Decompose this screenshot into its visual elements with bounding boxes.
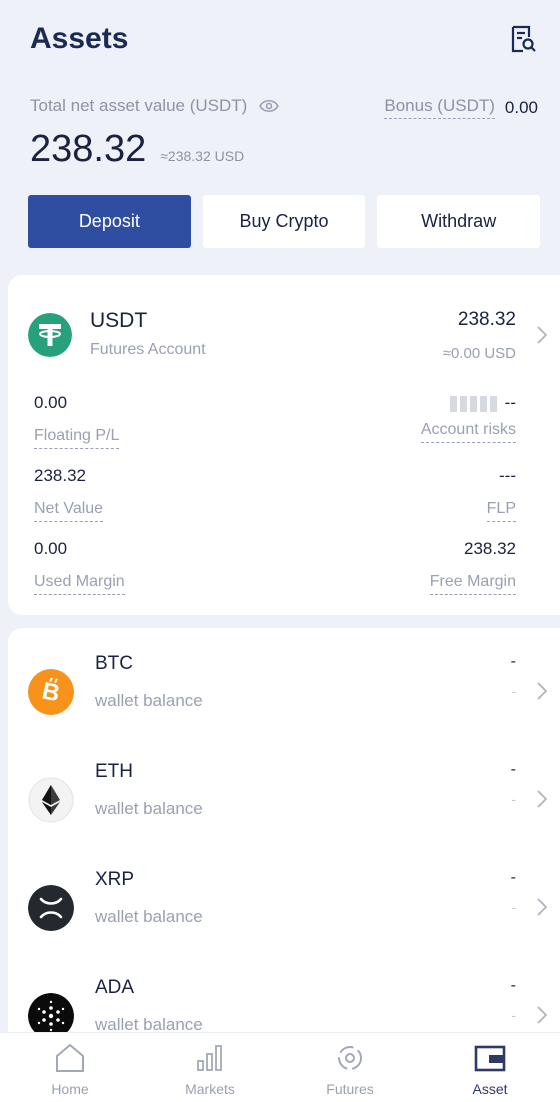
eth-icon: [28, 777, 74, 823]
flp-value: ---: [499, 466, 516, 485]
btc-icon: B: [28, 669, 74, 715]
wallet-balance-label: wallet balance: [95, 799, 203, 818]
wallet-balance-value: -: [510, 761, 516, 778]
net-value-metric: 238.32 Net Value: [34, 466, 104, 522]
wallet-balance-sub: -: [511, 683, 516, 699]
total-usd-value: ≈238.32 USD: [160, 148, 245, 164]
bonus-value: 0.00: [504, 97, 538, 117]
wallet-coin-name: ETH: [95, 761, 133, 782]
used-margin-metric: 0.00 Used Margin: [34, 539, 125, 595]
chevron-right-icon: [537, 1006, 548, 1024]
eye-icon[interactable]: [259, 99, 280, 113]
wallet-coin-name: ADA: [95, 977, 135, 998]
wallet-balance-value: -: [510, 653, 516, 670]
free-margin-metric: 238.32 Free Margin: [429, 539, 516, 595]
wallet-balance-label: wallet balance: [95, 907, 203, 926]
assets-header: Assets Total net asset value (USDT) Bonu…: [0, 0, 560, 270]
tab-asset[interactable]: Asset: [420, 1033, 560, 1102]
markets-icon: [197, 1045, 222, 1071]
coin-balance-usd: ≈0.00 USD: [442, 345, 516, 362]
tab-label: Home: [51, 1081, 89, 1097]
account-type: Futures Account: [90, 341, 206, 358]
account-risks-metric: -- Account risks: [420, 393, 516, 443]
tab-label: Asset: [472, 1081, 508, 1097]
bonus-row: Bonus (USDT) 0.00: [384, 96, 538, 119]
used-margin-value: 0.00: [34, 539, 68, 558]
wallet-coin-name: BTC: [95, 653, 133, 674]
floating-pl-label[interactable]: Floating P/L: [34, 427, 120, 449]
usdt-icon: [28, 313, 72, 357]
floating-pl-value: 0.00: [34, 393, 68, 412]
free-margin-label[interactable]: Free Margin: [429, 573, 516, 595]
action-buttons: Deposit Buy Crypto Withdraw: [28, 195, 541, 248]
tab-futures[interactable]: Futures: [280, 1033, 420, 1102]
wallet-balance-sub: -: [511, 1007, 516, 1023]
wallet-balance-value: -: [510, 869, 516, 886]
net-value-label[interactable]: Net Value: [34, 500, 104, 522]
tab-label: Futures: [326, 1081, 374, 1097]
flp-metric: --- FLP: [486, 466, 516, 522]
futures-account-card: USDT Futures Account 238.32 ≈0.00 USD 0.…: [8, 275, 560, 615]
floating-pl-metric: 0.00 Floating P/L: [34, 393, 120, 449]
chevron-right-icon: [537, 682, 548, 700]
wallet-row-ada[interactable]: ADA wallet balance - -: [28, 977, 548, 1038]
chevron-right-icon: [537, 790, 548, 808]
tab-home[interactable]: Home: [0, 1033, 140, 1102]
total-net-asset-value: 238.32: [30, 128, 147, 170]
chevron-right-icon: [537, 898, 548, 916]
wallet-balance-sub: -: [511, 791, 516, 807]
tab-markets[interactable]: Markets: [140, 1033, 280, 1102]
wallet-balance-label: wallet balance: [95, 691, 203, 710]
wallet-row-eth[interactable]: ETH wallet balance - -: [28, 761, 548, 851]
futures-icon: [338, 1046, 362, 1070]
usdt-futures-row[interactable]: USDT Futures Account 238.32 ≈0.00 USD: [28, 307, 548, 367]
bonus-label[interactable]: Bonus (USDT): [384, 96, 495, 119]
wallet-row-btc[interactable]: B BTC wallet balance - -: [28, 653, 548, 743]
buy-crypto-button[interactable]: Buy Crypto: [202, 195, 366, 248]
wallet-balance-value: -: [510, 977, 516, 994]
free-margin-value: 238.32: [464, 539, 516, 558]
coin-balance: 238.32: [457, 309, 516, 330]
flp-label[interactable]: FLP: [486, 500, 516, 522]
withdraw-button[interactable]: Withdraw: [377, 195, 541, 248]
wallet-list: B BTC wallet balance - - ETH wallet bala…: [8, 628, 560, 1038]
wallet-row-xrp[interactable]: XRP wallet balance - -: [28, 869, 548, 959]
home-icon: [56, 1043, 84, 1072]
wallet-icon: [474, 1045, 506, 1072]
total-value-row: 238.32 ≈238.32 USD: [30, 128, 244, 171]
wallet-coin-name: XRP: [95, 869, 135, 890]
total-net-asset-label: Total net asset value (USDT): [30, 96, 248, 115]
used-margin-label[interactable]: Used Margin: [34, 573, 125, 595]
risk-level-bars: [449, 395, 497, 412]
tab-label: Markets: [185, 1081, 235, 1097]
coin-name: USDT: [90, 309, 148, 332]
wallet-balance-sub: -: [511, 899, 516, 915]
chevron-right-icon: [537, 326, 548, 344]
page-title: Assets: [30, 22, 129, 55]
bottom-tab-bar: Home Markets Futures Asset: [0, 1032, 560, 1102]
records-icon[interactable]: [508, 24, 538, 54]
net-value-value: 238.32: [34, 466, 86, 485]
xrp-icon: [28, 885, 74, 931]
total-net-asset-label-row: Total net asset value (USDT): [30, 96, 280, 116]
account-risks-label[interactable]: Account risks: [420, 421, 516, 443]
account-risks-value: --: [504, 393, 516, 412]
deposit-button[interactable]: Deposit: [28, 195, 191, 248]
